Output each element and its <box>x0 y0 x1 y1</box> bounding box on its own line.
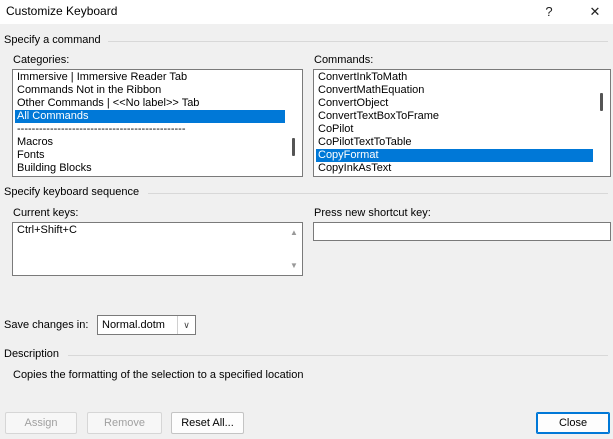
save-changes-label: Save changes in: <box>4 319 89 331</box>
scroll-thumb[interactable] <box>292 138 295 156</box>
categories-scrollbar[interactable] <box>287 71 301 175</box>
chevron-down-icon[interactable]: ∨ <box>177 316 195 334</box>
assign-button[interactable]: Assign <box>5 412 77 434</box>
category-item[interactable]: Commands Not in the Ribbon <box>15 84 285 97</box>
command-item[interactable]: CoPilot <box>316 123 593 136</box>
commands-scrollbar[interactable] <box>595 71 609 175</box>
close-button[interactable]: Close <box>536 412 610 434</box>
save-changes-dropdown[interactable]: Normal.dotm ∨ <box>97 315 196 335</box>
category-item[interactable]: Macros <box>15 136 285 149</box>
description-group-label: Description <box>4 348 60 360</box>
description-text: Copies the formatting of the selection t… <box>13 369 304 381</box>
group-divider <box>148 193 608 194</box>
scroll-down-icon[interactable]: ▼ <box>289 261 299 270</box>
window-title: Customize Keyboard <box>6 4 118 18</box>
remove-button[interactable]: Remove <box>87 412 162 434</box>
current-key-item[interactable]: Ctrl+Shift+C <box>15 224 285 237</box>
commands-list[interactable]: ConvertInkToMath ConvertMathEquation Conve… <box>313 69 611 177</box>
command-item[interactable]: ConvertMathEquation <box>316 84 593 97</box>
help-button[interactable]: ? <box>538 2 560 22</box>
category-item[interactable]: Immersive | Immersive Reader Tab <box>15 71 285 84</box>
command-item[interactable]: CoPilotTextToTable <box>316 136 593 149</box>
new-shortcut-input[interactable] <box>313 222 611 241</box>
category-item[interactable]: ----------------------------------------… <box>15 123 285 136</box>
specify-command-group-label: Specify a command <box>4 34 101 46</box>
category-item[interactable]: Other Commands | <<No label>> Tab <box>15 97 285 110</box>
categories-label: Categories: <box>13 54 70 66</box>
close-window-button[interactable]: ✕ <box>584 2 606 22</box>
category-item[interactable]: Fonts <box>15 149 285 162</box>
category-item[interactable]: All Commands <box>15 110 285 123</box>
command-item[interactable]: ConvertObject <box>316 97 593 110</box>
current-keys-label: Current keys: <box>13 207 79 219</box>
command-item[interactable]: ConvertTextBoxToFrame <box>316 110 593 123</box>
new-shortcut-label: Press new shortcut key: <box>314 207 431 219</box>
current-keys-list[interactable]: ▲ ▼ Ctrl+Shift+C <box>12 222 303 276</box>
command-item[interactable]: CopyInkAsText <box>316 162 593 175</box>
commands-label: Commands: <box>314 54 374 66</box>
reset-all-button[interactable]: Reset All... <box>171 412 244 434</box>
current-keys-scrollbar[interactable]: ▲ ▼ <box>287 224 301 274</box>
scroll-up-icon[interactable]: ▲ <box>289 228 299 237</box>
categories-list[interactable]: Immersive | Immersive Reader Tab Commands… <box>12 69 303 177</box>
scroll-thumb[interactable] <box>600 93 603 111</box>
save-changes-value: Normal.dotm <box>102 319 165 331</box>
command-item[interactable]: CopyFormat <box>316 149 593 162</box>
group-divider <box>108 41 608 42</box>
keyboard-sequence-group-label: Specify keyboard sequence <box>4 186 140 198</box>
category-item[interactable]: Building Blocks <box>15 162 285 175</box>
group-divider <box>68 355 608 356</box>
command-item[interactable]: ConvertInkToMath <box>316 71 593 84</box>
